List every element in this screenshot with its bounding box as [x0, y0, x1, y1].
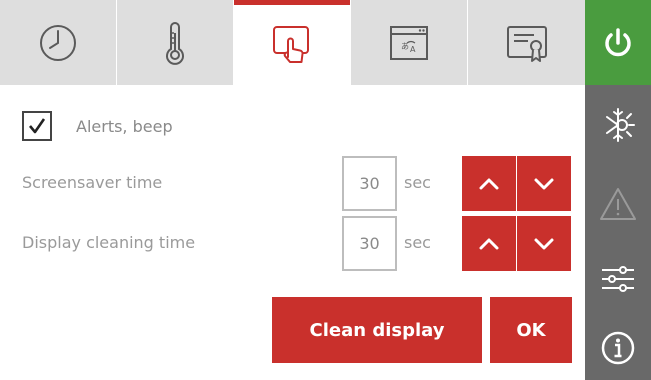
- chevron-up-icon: [479, 238, 499, 249]
- screensaver-decrease-button[interactable]: [517, 156, 571, 211]
- chevron-down-icon: [534, 238, 554, 249]
- tab-display[interactable]: [234, 0, 351, 85]
- certificate-icon: [506, 25, 547, 62]
- screensaver-time-label: Screensaver time: [22, 173, 163, 192]
- alerts-beep-checkbox[interactable]: [22, 111, 52, 141]
- info-button[interactable]: [585, 315, 651, 380]
- tab-temperature[interactable]: [117, 0, 234, 85]
- display-cleaning-time-value[interactable]: 30: [342, 216, 397, 271]
- display-cleaning-time-row: Display cleaning time 30 sec: [0, 216, 585, 271]
- chevron-up-icon: [479, 178, 499, 189]
- svg-text:A: A: [410, 45, 416, 54]
- touch-display-icon: [273, 25, 309, 63]
- thermometer-icon: [166, 21, 184, 65]
- language-window-icon: あ A: [390, 25, 428, 60]
- svg-text:あ: あ: [401, 42, 409, 51]
- tab-language[interactable]: あ A: [351, 0, 468, 85]
- power-icon: [605, 27, 631, 56]
- screensaver-time-value[interactable]: 30: [342, 156, 397, 211]
- display-cleaning-time-unit: sec: [404, 233, 431, 252]
- defrost-button[interactable]: [585, 85, 651, 165]
- display-settings-panel: Alerts, beep Screensaver time 30 sec Dis…: [0, 85, 585, 380]
- right-sidebar: [585, 0, 651, 380]
- power-button[interactable]: [585, 0, 651, 85]
- chevron-down-icon: [534, 178, 554, 189]
- sliders-icon: [602, 266, 634, 292]
- clock-icon: [40, 24, 76, 61]
- screensaver-increase-button[interactable]: [462, 156, 516, 211]
- settings-button[interactable]: [585, 243, 651, 315]
- cleaning-decrease-button[interactable]: [517, 216, 571, 271]
- cleaning-increase-button[interactable]: [462, 216, 516, 271]
- checkmark-icon: [29, 118, 46, 134]
- defrost-icon: [606, 108, 635, 142]
- screensaver-time-row: Screensaver time 30 sec: [0, 156, 585, 211]
- alerts-beep-label: Alerts, beep: [76, 116, 173, 136]
- screensaver-time-unit: sec: [404, 173, 431, 192]
- info-icon: [601, 331, 635, 364]
- tab-certificate[interactable]: [468, 0, 585, 85]
- tab-clock[interactable]: [0, 0, 117, 85]
- warning-icon: [600, 188, 636, 220]
- display-cleaning-time-label: Display cleaning time: [22, 233, 196, 252]
- alarm-button[interactable]: [585, 165, 651, 243]
- alerts-beep-row: Alerts, beep: [22, 111, 173, 141]
- ok-button[interactable]: OK: [490, 297, 572, 363]
- tab-bar: あ A: [0, 0, 585, 85]
- clean-display-button[interactable]: Clean display: [272, 297, 482, 363]
